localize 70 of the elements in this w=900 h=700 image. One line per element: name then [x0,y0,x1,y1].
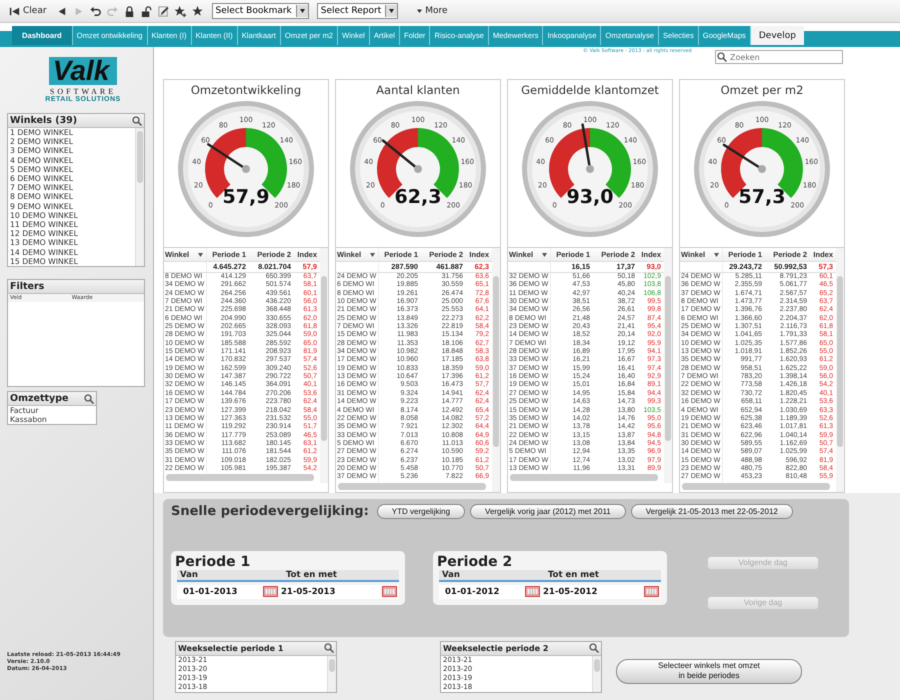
period-title: Periode 2 [437,554,514,570]
gauge-title: Omzet per m2 [720,83,804,97]
gauge-value: 93,0 [566,186,614,208]
gauge-needle [581,123,594,173]
unlock-icon[interactable] [140,4,153,18]
scrollbar-thumb[interactable] [665,276,671,441]
date-field[interactable]: 21-05-2012 [542,586,628,598]
tab[interactable]: Develop [750,26,804,45]
list-title: Filters [10,281,44,292]
star-plus-icon[interactable] [174,4,187,18]
search-icon[interactable] [717,52,727,62]
column-header: Van [179,570,199,580]
column-header: Van [441,570,461,580]
gauge-needle [382,139,422,173]
undo-icon[interactable] [88,4,102,18]
list-title: Omzettype [10,393,68,404]
list-title: Weekselectie periode 1 [178,644,284,653]
horizontal-scrollbar[interactable] [682,482,830,490]
scrollbar-thumb[interactable] [329,658,335,672]
calendar-icon[interactable] [525,586,540,598]
horizontal-scrollbar[interactable] [338,482,486,490]
caret-icon [296,5,308,17]
scrollbar-thumb[interactable] [137,131,143,184]
search-icon[interactable] [84,394,94,404]
sort-caret-icon[interactable] [370,252,375,256]
compare-button[interactable]: Vergelijk vorig jaar (2012) met 2011 [470,504,626,519]
calendar-icon[interactable] [263,586,278,598]
caret-icon [416,8,424,14]
compare-button[interactable]: YTD vergelijking [376,504,466,519]
section-title: Snelle periodevergelijking: [171,504,369,519]
scrollbar-thumb[interactable] [837,276,843,447]
date-field[interactable]: 21-05-2013 [280,586,366,598]
clear-button[interactable]: Clear [4,4,51,18]
horizontal-scrollbar[interactable] [166,474,314,482]
gauge-title: Omzetontwikkeling [190,83,302,97]
gauge-value: 57,9 [222,186,270,208]
compare-button[interactable]: Vergelijk 21-05-2013 met 22-05-2012 [630,504,793,519]
report-dropdown[interactable]: Select Report [316,3,398,19]
bookmark-dropdown[interactable]: Select Bookmark [212,3,309,19]
gauge-title: Gemiddelde klantomzet [520,83,660,97]
calendar-icon[interactable] [382,586,397,598]
gauge-value: 62,3 [394,186,442,208]
calendar-icon[interactable] [644,586,659,598]
column-header: Tot en met [547,570,600,580]
sort-caret-icon[interactable] [542,252,547,256]
period-title: Periode 1 [175,554,252,570]
search-icon[interactable] [589,643,599,654]
more-button[interactable]: More [412,6,452,16]
scrollbar-thumb[interactable] [493,276,499,447]
search-icon[interactable] [324,643,334,654]
date-field[interactable]: 01-01-2012 [439,586,525,598]
star-icon[interactable] [190,4,204,18]
gauge-needle [207,143,250,173]
horizontal-scrollbar[interactable] [510,474,658,482]
date-field[interactable]: 01-01-2013 [177,586,263,598]
gauge-title: Aantal klanten [375,83,461,97]
sort-caret-icon[interactable] [714,252,719,256]
gauge-value: 57,3 [738,186,786,208]
list-title: Weekselectie periode 2 [443,644,548,653]
caret-icon [385,5,398,17]
scrollbar-thumb[interactable] [594,658,600,672]
search-field[interactable]: Zoeken [715,50,843,64]
select-stores-button[interactable]: Selecteer winkels met omzet in beide periodes [616,658,802,684]
column-header: Tot en met [285,570,338,580]
gauge-needle [722,144,766,173]
list-title: Winkels (39) [10,115,78,126]
search-icon[interactable] [132,116,142,126]
sort-caret-icon[interactable] [198,252,203,256]
scrollbar-thumb[interactable] [321,276,327,441]
pencil-icon[interactable] [156,4,170,18]
